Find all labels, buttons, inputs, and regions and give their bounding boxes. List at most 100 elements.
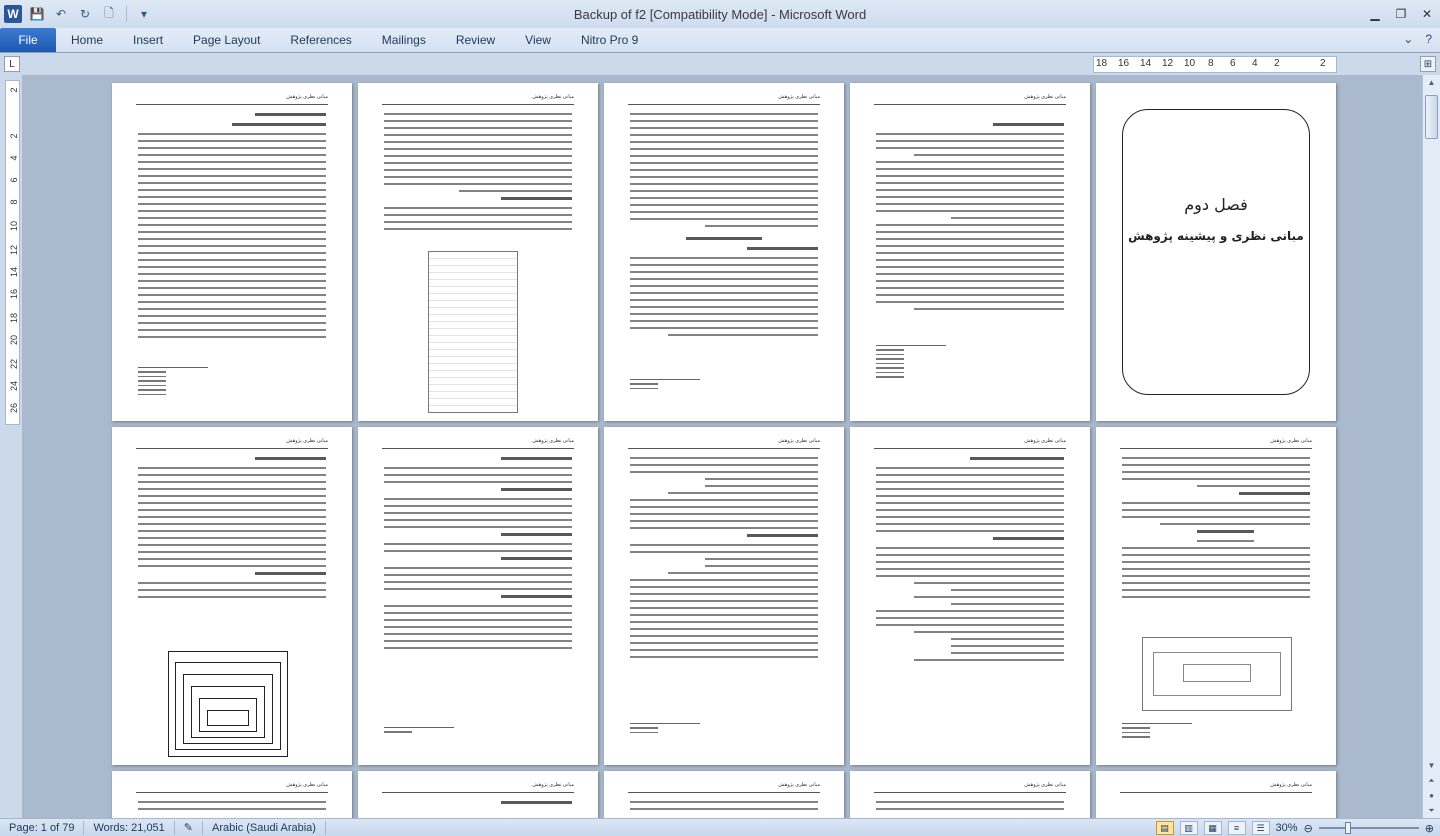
- status-bar: Page: 1 of 79 Words: 21,051 ✎ Arabic (Sa…: [0, 818, 1440, 836]
- document-page[interactable]: مبانی نظری پژوهش: [850, 771, 1090, 818]
- header-text: مبانی نظری پژوهش: [778, 94, 820, 100]
- ruler-number: 8: [9, 199, 19, 205]
- zoom-slider-thumb[interactable]: [1344, 822, 1351, 834]
- qat-separator: [126, 6, 127, 22]
- tab-mailings[interactable]: Mailings: [367, 28, 441, 52]
- document-page[interactable]: مبانی نظری پژوهش: [1096, 771, 1336, 818]
- print-layout-view-icon[interactable]: ▤: [1155, 821, 1174, 835]
- scrollbar-thumb[interactable]: [1425, 95, 1438, 139]
- previous-page-icon[interactable]: ⏶: [1423, 773, 1440, 788]
- flowchart-figure: [428, 251, 518, 413]
- ruler-number: 4: [9, 155, 19, 161]
- tab-review[interactable]: Review: [441, 28, 510, 52]
- tab-view[interactable]: View: [510, 28, 566, 52]
- draft-view-icon[interactable]: ☰: [1251, 821, 1270, 835]
- scroll-up-icon[interactable]: ▲: [1423, 75, 1440, 90]
- restore-icon[interactable]: ❐: [1388, 4, 1414, 24]
- document-page[interactable]: مبانی نظری پژوهش: [604, 771, 844, 818]
- vertical-ruler[interactable]: 2 2 4 6 8 10 12 14 16 18 20 22 24 26: [5, 80, 20, 425]
- header-text: مبانی نظری پژوهش: [1024, 782, 1066, 788]
- page-header: مبانی نظری پژوهش: [382, 782, 574, 793]
- zoom-in-icon[interactable]: ⊕: [1425, 822, 1434, 835]
- cover-subtitle: مبانی نظری و پیشینه پژوهش: [1128, 229, 1304, 243]
- word-count[interactable]: Words: 21,051: [84, 820, 175, 835]
- ruler-number: 10: [1184, 58, 1196, 69]
- language-indicator[interactable]: Arabic (Saudi Arabia): [203, 820, 326, 835]
- page-header: مبانی نظری پژوهش: [382, 94, 574, 105]
- tab-stop-selector[interactable]: L: [4, 56, 20, 72]
- footnotes: [138, 367, 208, 398]
- ruler-number: 14: [9, 267, 19, 278]
- spelling-check-icon[interactable]: ✎: [175, 820, 204, 835]
- document-page[interactable]: مبانی نظری پژوهش: [358, 427, 598, 765]
- ribbon-right-controls: ⌄ ?: [1403, 32, 1432, 46]
- page-body-text: [630, 113, 818, 341]
- vertical-scrollbar[interactable]: ▲ ▼ ⏶ ● ⏷: [1422, 75, 1440, 818]
- outline-view-icon[interactable]: ≡: [1227, 821, 1246, 835]
- ruler-number: 20: [9, 335, 19, 346]
- tab-page-layout[interactable]: Page Layout: [178, 28, 275, 52]
- ruler-number: 4: [1252, 58, 1258, 69]
- title-bar: W 💾 ↶ ↻ 🗋 ▾ Backup of f2 [Compatibility …: [0, 0, 1440, 28]
- page-header: مبانی نظری پژوهش: [136, 94, 328, 105]
- header-text: مبانی نظری پژوهش: [532, 438, 574, 444]
- window-title: Backup of f2 [Compatibility Mode] - Micr…: [573, 6, 867, 22]
- close-icon[interactable]: ✕: [1414, 4, 1440, 24]
- page-count[interactable]: Page: 1 of 79: [0, 820, 85, 835]
- nested-boxes-figure: [168, 651, 288, 757]
- redo-icon[interactable]: ↻: [76, 5, 94, 23]
- word-app-icon[interactable]: W: [4, 5, 22, 23]
- ruler-number: 14: [1140, 58, 1152, 69]
- document-page[interactable]: مبانی نظری پژوهش: [358, 83, 598, 421]
- scroll-down-icon[interactable]: ▼: [1423, 758, 1440, 773]
- ruler-number: 6: [1230, 58, 1236, 69]
- tab-home[interactable]: Home: [56, 28, 118, 52]
- minimize-ribbon-icon[interactable]: ⌄: [1403, 32, 1413, 46]
- document-page[interactable]: مبانی نظری پژوهش: [1096, 427, 1336, 765]
- horizontal-ruler[interactable]: 18 16 14 12 10 8 6 4 2 2: [1093, 56, 1337, 73]
- ruler-number: 24: [9, 381, 19, 392]
- page-body-text: [138, 113, 326, 343]
- document-page[interactable]: مبانی نظری پژوهش: [358, 771, 598, 818]
- next-page-icon[interactable]: ⏷: [1423, 803, 1440, 818]
- ruler-number: 8: [1208, 58, 1214, 69]
- document-page[interactable]: مبانی نظری پژوهش: [604, 427, 844, 765]
- zoom-slider[interactable]: [1318, 822, 1419, 834]
- customize-qat-icon[interactable]: ▾: [135, 5, 153, 23]
- minimize-icon[interactable]: ▁: [1362, 4, 1388, 24]
- ruler-number: 6: [9, 177, 19, 183]
- document-page[interactable]: مبانی نظری پژوهش: [604, 83, 844, 421]
- ruler-number: 2: [9, 87, 19, 93]
- undo-icon[interactable]: ↶: [52, 5, 70, 23]
- document-page[interactable]: مبانی نظری پژوهش: [112, 83, 352, 421]
- document-page[interactable]: مبانی نظری پژوهش: [850, 83, 1090, 421]
- footnotes: [630, 379, 700, 392]
- zoom-level[interactable]: 30%: [1276, 822, 1298, 834]
- zoom-out-icon[interactable]: ⊖: [1304, 822, 1313, 835]
- help-icon[interactable]: ?: [1425, 32, 1432, 46]
- page-header: مبانی نظری پژوهش: [136, 438, 328, 449]
- document-page[interactable]: مبانی نظری پژوهش: [850, 427, 1090, 765]
- scroll-nav-group: ▼ ⏶ ● ⏷: [1423, 758, 1440, 818]
- document-canvas[interactable]: فصل دوم مبانی نظری و پیشینه پژوهش مبانی …: [22, 75, 1422, 818]
- document-page[interactable]: مبانی نظری پژوهش: [112, 427, 352, 765]
- tab-nitro-pro[interactable]: Nitro Pro 9: [566, 28, 653, 52]
- document-page-cover[interactable]: فصل دوم مبانی نظری و پیشینه پژوهش: [1096, 83, 1336, 421]
- select-browse-object-icon[interactable]: ●: [1423, 788, 1440, 803]
- ruler-number: 22: [9, 359, 19, 370]
- document-page[interactable]: مبانی نظری پژوهش: [112, 771, 352, 818]
- view-ruler-icon[interactable]: ⊞: [1420, 56, 1436, 72]
- tab-references[interactable]: References: [275, 28, 366, 52]
- web-layout-icon[interactable]: ▦: [1203, 821, 1222, 835]
- tab-file[interactable]: File: [0, 28, 56, 52]
- new-document-icon[interactable]: 🗋: [100, 5, 118, 23]
- page-body-text: [876, 457, 1064, 666]
- full-screen-reading-icon[interactable]: ▥: [1179, 821, 1198, 835]
- ruler-row: L 18 16 14 12 10 8 6 4 2 2 ⊞: [0, 53, 1440, 75]
- header-text: مبانی نظری پژوهش: [286, 438, 328, 444]
- save-icon[interactable]: 💾: [28, 5, 46, 23]
- footnotes: [876, 345, 946, 381]
- header-text: مبانی نظری پژوهش: [1270, 438, 1312, 444]
- header-text: مبانی نظری پژوهش: [286, 782, 328, 788]
- tab-insert[interactable]: Insert: [118, 28, 178, 52]
